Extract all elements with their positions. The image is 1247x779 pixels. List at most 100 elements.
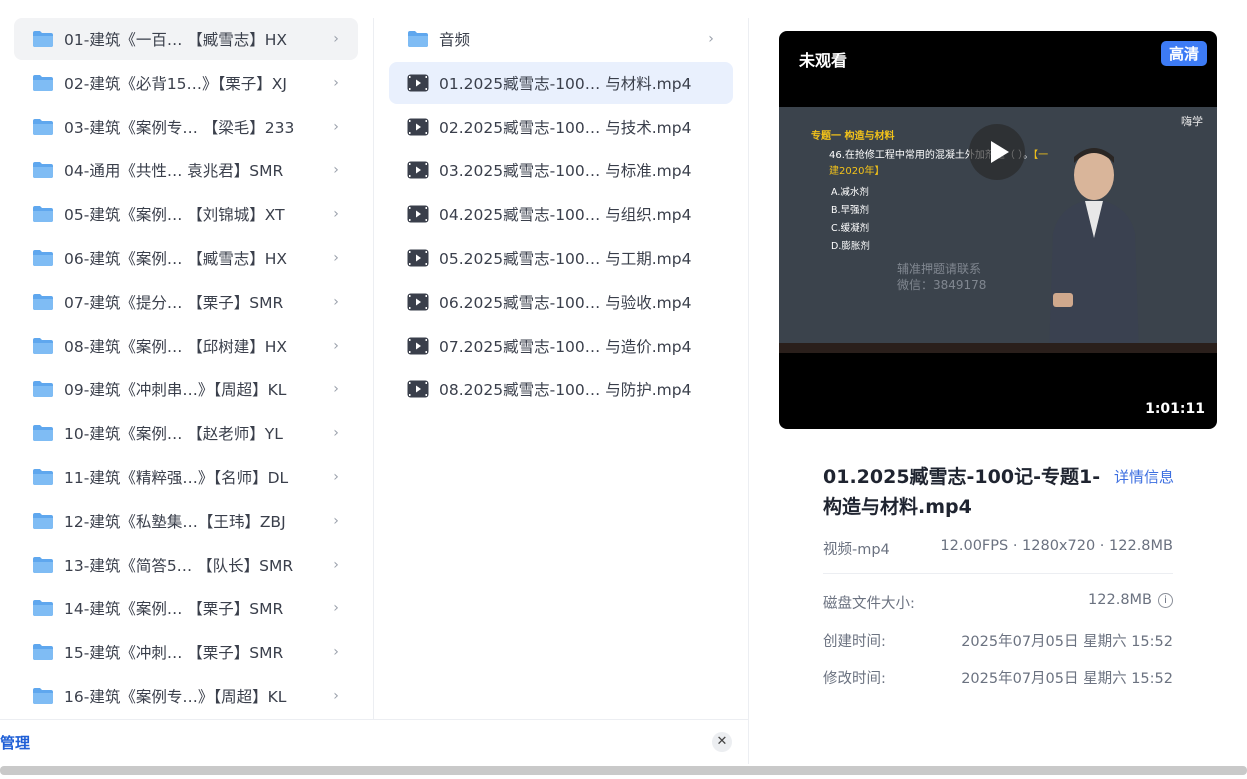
- folder-item[interactable]: 07-建筑《提分… 【栗子】SMR ›: [14, 281, 358, 323]
- folder-label: 08-建筑《案例… 【邱树建】HX: [64, 337, 288, 356]
- folder-icon: [32, 249, 54, 267]
- info-icon[interactable]: i: [1158, 592, 1173, 608]
- modified-row: 修改时间: 2025年07月05日 星期六 15:52: [823, 667, 1173, 688]
- disk-size-row: 磁盘文件大小: 122.8MB i: [823, 592, 1173, 613]
- video-file-icon: [407, 74, 429, 92]
- slide-option: A.减水剂: [831, 187, 869, 198]
- file-item[interactable]: 05.2025臧雪志-100… 与工期.mp4: [389, 237, 733, 279]
- video-file-icon: [407, 380, 429, 398]
- slide-title: 专题一 构造与材料: [811, 131, 895, 142]
- folder-item[interactable]: 09-建筑《冲刺串…》【周超】KL ›: [14, 368, 358, 410]
- video-duration: 1:01:11: [1145, 401, 1205, 417]
- presenter-figure: [1049, 148, 1139, 353]
- folder-icon: [32, 599, 54, 617]
- folder-item[interactable]: 08-建筑《案例… 【邱树建】HX ›: [14, 325, 358, 367]
- file-item[interactable]: 01.2025臧雪志-100… 与材料.mp4: [389, 61, 733, 104]
- folder-list: 01-建筑《一百… 【臧雪志】HX › 02-建筑《必背15…》【栗子】XJ › 03-…: [0, 0, 373, 718]
- file-meta: 视频-mp4 12.00FPS · 1280x720 · 122.8MB: [823, 538, 1173, 559]
- chevron-right-icon: ›: [333, 556, 339, 573]
- file-type: 视频-mp4: [823, 542, 890, 558]
- file-specs: 12.00FPS · 1280x720 · 122.8MB: [940, 538, 1173, 554]
- slide-option: B.早强剂: [831, 205, 870, 216]
- video-file-icon: [407, 161, 429, 179]
- video-file-icon: [407, 118, 429, 136]
- created-value: 2025年07月05日 星期六 15:52: [961, 634, 1173, 650]
- folder-icon: [32, 424, 54, 442]
- file-label: 02.2025臧雪志-100… 与技术.mp4: [439, 118, 692, 137]
- folder-item[interactable]: 16-建筑《案例专…》【周超】KL ›: [14, 675, 358, 717]
- folder-label: 13-建筑《简答5… 【队长】SMR: [64, 556, 294, 575]
- folder-item[interactable]: 12-建筑《私塾集…【王玮】ZBJ ›: [14, 500, 358, 542]
- file-item[interactable]: 06.2025臧雪志-100… 与验收.mp4: [389, 281, 733, 323]
- chevron-right-icon: ›: [333, 644, 339, 661]
- file-item[interactable]: 03.2025臧雪志-100… 与标准.mp4: [389, 149, 733, 191]
- chevron-right-icon: ›: [333, 293, 339, 310]
- file-label: 音频: [439, 31, 471, 49]
- file-item[interactable]: 07.2025臧雪志-100… 与造价.mp4: [389, 325, 733, 367]
- file-item[interactable]: 04.2025臧雪志-100… 与组织.mp4: [389, 193, 733, 235]
- folder-label: 01-建筑《一百… 【臧雪志】HX: [64, 31, 288, 49]
- chevron-right-icon: ›: [333, 162, 339, 179]
- file-label: 06.2025臧雪志-100… 与验收.mp4: [439, 293, 692, 312]
- detail-info-link[interactable]: 详情信息: [1114, 466, 1174, 487]
- file-list: 音频 › 01.2025臧雪志-100… 与材料.mp4 02.2025臧雪志-100…: [374, 0, 748, 718]
- slide-option: C.缓凝剂: [831, 223, 870, 234]
- folder-item[interactable]: 15-建筑《冲刺… 【栗子】SMR ›: [14, 631, 358, 673]
- video-file-icon: [407, 205, 429, 223]
- folder-label: 10-建筑《案例… 【赵老师】YL: [64, 425, 283, 444]
- folder-item[interactable]: 03-建筑《案例专… 【梁毛】233 ›: [14, 106, 358, 148]
- folder-label: 15-建筑《冲刺… 【栗子】SMR: [64, 644, 284, 663]
- folder-icon: [32, 293, 54, 311]
- folder-icon: [32, 643, 54, 661]
- folder-icon: [407, 30, 429, 48]
- chevron-right-icon: ›: [333, 381, 339, 398]
- folder-item[interactable]: 13-建筑《简答5… 【队长】SMR ›: [14, 544, 358, 586]
- bottom-bar: 管理 ✕: [0, 719, 748, 764]
- chevron-right-icon: ›: [333, 469, 339, 485]
- file-label: 03.2025臧雪志-100… 与标准.mp4: [439, 162, 692, 181]
- folder-item[interactable]: 01-建筑《一百… 【臧雪志】HX ›: [14, 18, 358, 60]
- folder-item[interactable]: 14-建筑《案例… 【栗子】SMR ›: [14, 587, 358, 629]
- folder-label: 06-建筑《案例… 【臧雪志】HX: [64, 250, 288, 268]
- file-item[interactable]: 02.2025臧雪志-100… 与技术.mp4: [389, 106, 733, 148]
- folder-item[interactable]: 10-建筑《案例… 【赵老师】YL ›: [14, 412, 358, 454]
- subtitle-band: [779, 343, 1217, 353]
- video-file-icon: [407, 337, 429, 355]
- folder-label: 05-建筑《案例… 【刘锦城】XT: [64, 206, 285, 225]
- file-label: 01.2025臧雪志-100… 与材料.mp4: [439, 74, 692, 93]
- slide-option: D.膨胀剂: [831, 241, 870, 252]
- folder-icon: [32, 687, 54, 705]
- chevron-right-icon: ›: [333, 688, 339, 704]
- file-item[interactable]: 音频 ›: [389, 18, 733, 60]
- chevron-right-icon: ›: [333, 118, 339, 135]
- file-item[interactable]: 08.2025臧雪志-100… 与防护.mp4: [389, 368, 733, 410]
- file-label: 07.2025臧雪志-100… 与造价.mp4: [439, 337, 692, 356]
- folder-item[interactable]: 11-建筑《精粹强…》【名师】DL ›: [14, 456, 358, 498]
- divider: [823, 573, 1173, 574]
- folder-icon: [32, 380, 54, 398]
- folder-icon: [32, 556, 54, 574]
- close-icon[interactable]: ✕: [712, 732, 732, 752]
- folder-label: 09-建筑《冲刺串…》【周超】KL: [64, 381, 287, 400]
- folder-icon: [32, 205, 54, 223]
- folder-label: 03-建筑《案例专… 【梁毛】233: [64, 118, 295, 137]
- folder-item[interactable]: 06-建筑《案例… 【臧雪志】HX ›: [14, 237, 358, 279]
- play-button[interactable]: [969, 124, 1025, 180]
- folder-label: 02-建筑《必背15…》【栗子】XJ: [64, 74, 287, 93]
- folder-item[interactable]: 05-建筑《案例… 【刘锦城】XT ›: [14, 193, 358, 235]
- folder-item[interactable]: 02-建筑《必背15…》【栗子】XJ ›: [14, 62, 358, 104]
- folder-label: 14-建筑《案例… 【栗子】SMR: [64, 600, 284, 619]
- folder-item[interactable]: 04-通用《共性… 袁兆君】SMR ›: [14, 149, 358, 191]
- folder-icon: [32, 30, 54, 48]
- video-player[interactable]: 未观看 高清 专题一 构造与材料 嗨学 46.在抢修工程中常用的混凝土外加剂是（…: [779, 31, 1217, 429]
- chevron-right-icon: ›: [333, 250, 339, 266]
- folder-icon: [32, 337, 54, 355]
- disk-size-value: 122.8MB: [1088, 592, 1152, 608]
- manage-link[interactable]: 管理: [0, 732, 30, 753]
- logo: 嗨学: [1181, 115, 1203, 128]
- column-divider[interactable]: [748, 18, 749, 764]
- folder-icon: [32, 512, 54, 530]
- file-label: 04.2025臧雪志-100… 与组织.mp4: [439, 206, 692, 225]
- quality-badge[interactable]: 高清: [1160, 41, 1207, 66]
- horizontal-scrollbar[interactable]: [0, 766, 1247, 775]
